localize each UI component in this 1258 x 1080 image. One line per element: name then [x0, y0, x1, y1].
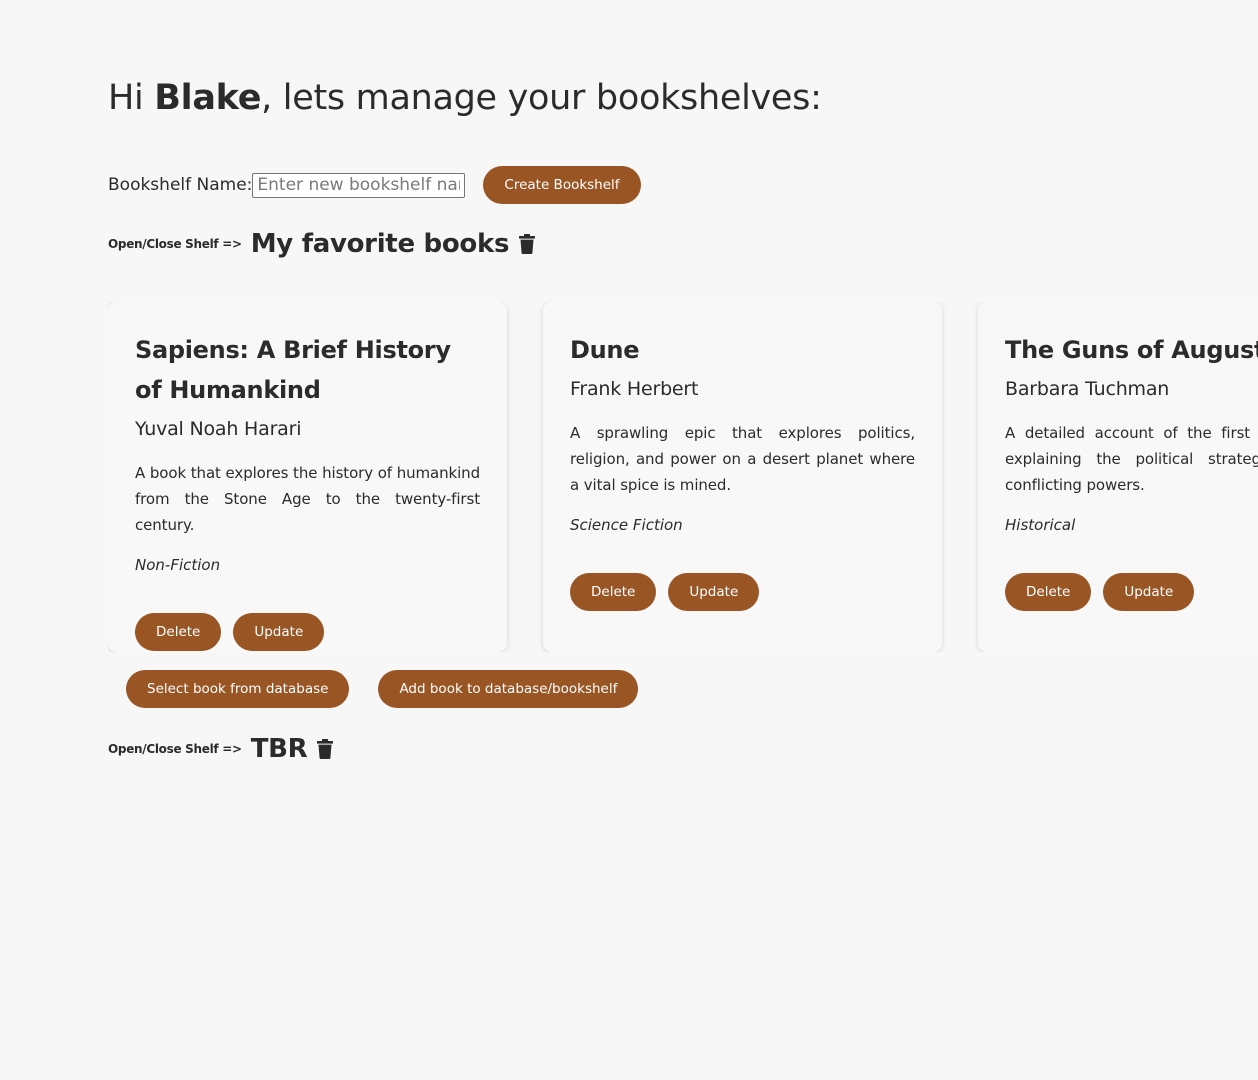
trash-icon[interactable] — [317, 739, 334, 759]
create-bookshelf-button[interactable]: Create Bookshelf — [483, 166, 641, 204]
open-close-shelf-toggle[interactable]: Open/Close Shelf => — [108, 237, 242, 251]
book-author: Yuval Noah Harari — [135, 418, 302, 440]
book-card-list: Sapiens: A Brief History of Humankind Yu… — [108, 302, 1258, 652]
shelf-header-favorites: Open/Close Shelf => My favorite books — [108, 229, 536, 259]
delete-book-button[interactable]: Delete — [570, 573, 657, 611]
book-genre: Science Fiction — [570, 516, 683, 534]
book-card: Sapiens: A Brief History of Humankind Yu… — [108, 302, 507, 652]
shelf-header-tbr: Open/Close Shelf => TBR — [108, 734, 334, 764]
book-actions: Delete Update — [570, 573, 915, 611]
book-description: A book that explores the history of huma… — [135, 464, 480, 534]
book-genre: Non-Fiction — [135, 556, 221, 574]
greeting-username: Blake — [154, 78, 262, 118]
book-genre: Historical — [1005, 516, 1076, 534]
add-book-button[interactable]: Add book to database/bookshelf — [378, 670, 639, 708]
page-greeting: Hi Blake, lets manage your bookshelves: — [108, 78, 822, 118]
book-description: A detailed account of the first mon War … — [1005, 424, 1258, 494]
book-author: Barbara Tuchman — [1005, 378, 1170, 400]
book-card: The Guns of August Barbara Tuchman A det… — [978, 302, 1258, 652]
select-book-from-database-button[interactable]: Select book from database — [126, 670, 350, 708]
book-title: Dune — [570, 336, 640, 364]
update-book-button[interactable]: Update — [233, 613, 325, 651]
greeting-suffix: , lets manage your bookshelves: — [261, 78, 822, 118]
bookshelf-name-input[interactable] — [252, 172, 466, 198]
book-actions: Delete Update — [1005, 573, 1258, 611]
page: Hi Blake, lets manage your bookshelves: … — [0, 0, 1258, 1080]
delete-book-button[interactable]: Delete — [135, 613, 222, 651]
open-close-shelf-toggle[interactable]: Open/Close Shelf => — [108, 742, 242, 756]
update-book-button[interactable]: Update — [1103, 573, 1195, 611]
greeting-prefix: Hi — [108, 78, 155, 118]
update-book-button[interactable]: Update — [668, 573, 760, 611]
shelf-title: My favorite books — [250, 229, 510, 259]
shelf-actions: Select book from database Add book to da… — [126, 670, 639, 708]
shelf-title: TBR — [250, 734, 308, 764]
book-card: Dune Frank Herbert A sprawling epic that… — [543, 302, 942, 652]
book-description: A sprawling epic that explores politics,… — [570, 424, 915, 494]
delete-book-button[interactable]: Delete — [1005, 573, 1092, 611]
book-title: Sapiens: A Brief History of Humankind — [135, 336, 451, 404]
book-title: The Guns of August — [1005, 336, 1258, 364]
book-author: Frank Herbert — [570, 378, 699, 400]
book-actions: Delete Update — [135, 613, 480, 651]
create-bookshelf-form: Bookshelf Name: Create Bookshelf — [108, 166, 641, 204]
bookshelf-name-label: Bookshelf Name: — [108, 175, 253, 195]
trash-icon[interactable] — [519, 234, 536, 254]
